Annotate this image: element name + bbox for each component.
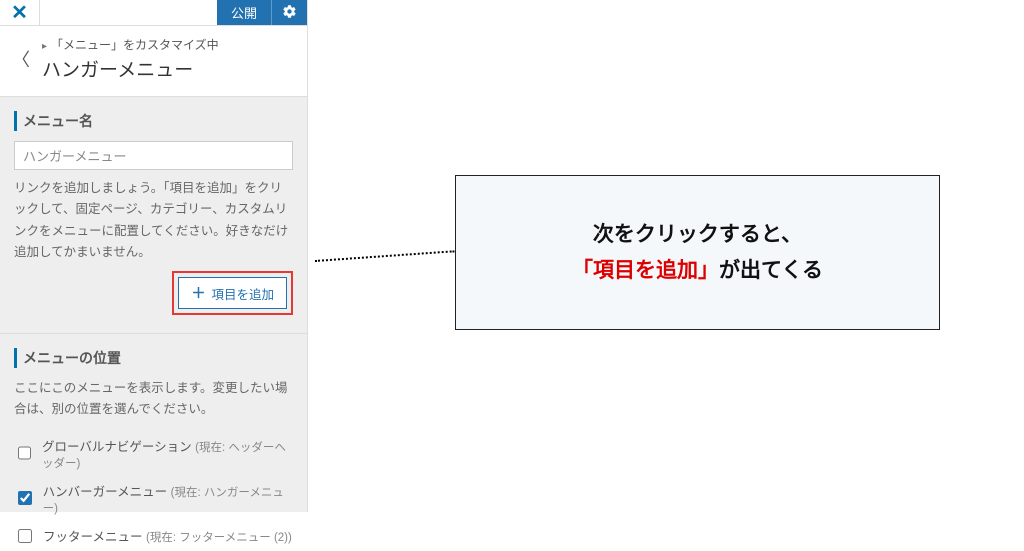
breadcrumb-text: 「メニュー」をカスタマイズ中 — [51, 38, 219, 52]
menu-location-section: メニューの位置 ここにこのメニューを表示します。変更したい場合は、別の位置を選ん… — [0, 334, 307, 551]
menu-location-help: ここにこのメニューを表示します。変更したい場合は、別の位置を選んでください。 — [14, 378, 293, 421]
location-item-global-nav[interactable]: グローバルナビゲーション (現在: ヘッダーヘッダー) — [14, 431, 293, 476]
location-item-hamburger[interactable]: ハンバーガーメニュー (現在: ハンガーメニュー) — [14, 476, 293, 521]
annotation-connector — [315, 250, 455, 262]
menu-name-input[interactable] — [14, 141, 293, 170]
close-icon: ✕ — [11, 0, 28, 25]
callout-line1: 次をクリックすると、 — [593, 223, 802, 246]
menu-name-help: リンクを追加しましょう。「項目を追加」をクリックして、固定ページ、カテゴリー、カ… — [14, 178, 293, 263]
annotation-callout: 次をクリックすると、 「項目を追加」が出てくる — [455, 175, 940, 330]
menu-name-section: メニュー名 リンクを追加しましょう。「項目を追加」をクリックして、固定ページ、カ… — [0, 97, 307, 315]
customizer-panel: ✕ 公開 〈 ▸ 「メニュー」をカスタマイズ中 ハンガーメニュー メニュー名 リン… — [0, 0, 308, 512]
panel-title: ハンガーメニュー — [42, 55, 297, 82]
close-button[interactable]: ✕ — [0, 0, 40, 25]
callout-line2-highlight: 「項目を追加」 — [572, 259, 719, 282]
add-item-highlight: ＋ 項目を追加 — [172, 271, 293, 315]
location-checkbox[interactable] — [18, 446, 31, 460]
breadcrumb: ▸ 「メニュー」をカスタマイズ中 — [42, 36, 297, 53]
caret-right-icon: ▸ — [42, 41, 47, 52]
location-checkbox[interactable] — [18, 491, 32, 505]
topbar: ✕ 公開 — [0, 0, 307, 26]
publish-settings-button[interactable] — [271, 0, 307, 25]
add-item-label: 項目を追加 — [211, 284, 274, 303]
callout-line2-tail: が出てくる — [719, 259, 823, 282]
gear-icon — [282, 4, 297, 22]
location-sublabel: (現在: フッターメニュー (2)) — [146, 532, 292, 544]
plus-icon: ＋ — [191, 283, 205, 303]
back-button[interactable]: 〈 — [0, 46, 42, 72]
location-label: ハンバーガーメニュー — [43, 485, 168, 499]
location-label: フッターメニュー — [43, 530, 143, 544]
publish-label: 公開 — [231, 3, 257, 22]
add-item-button[interactable]: ＋ 項目を追加 — [178, 277, 287, 309]
location-item-footer[interactable]: フッターメニュー (現在: フッターメニュー (2)) — [14, 521, 293, 551]
menu-location-label: メニューの位置 — [14, 348, 293, 368]
location-checkbox[interactable] — [18, 529, 32, 543]
location-label: グローバルナビゲーション — [42, 440, 192, 454]
chevron-left-icon: 〈 — [12, 46, 30, 72]
menu-name-label: メニュー名 — [14, 111, 293, 131]
publish-button[interactable]: 公開 — [217, 0, 271, 25]
panel-header: 〈 ▸ 「メニュー」をカスタマイズ中 ハンガーメニュー — [0, 26, 307, 97]
